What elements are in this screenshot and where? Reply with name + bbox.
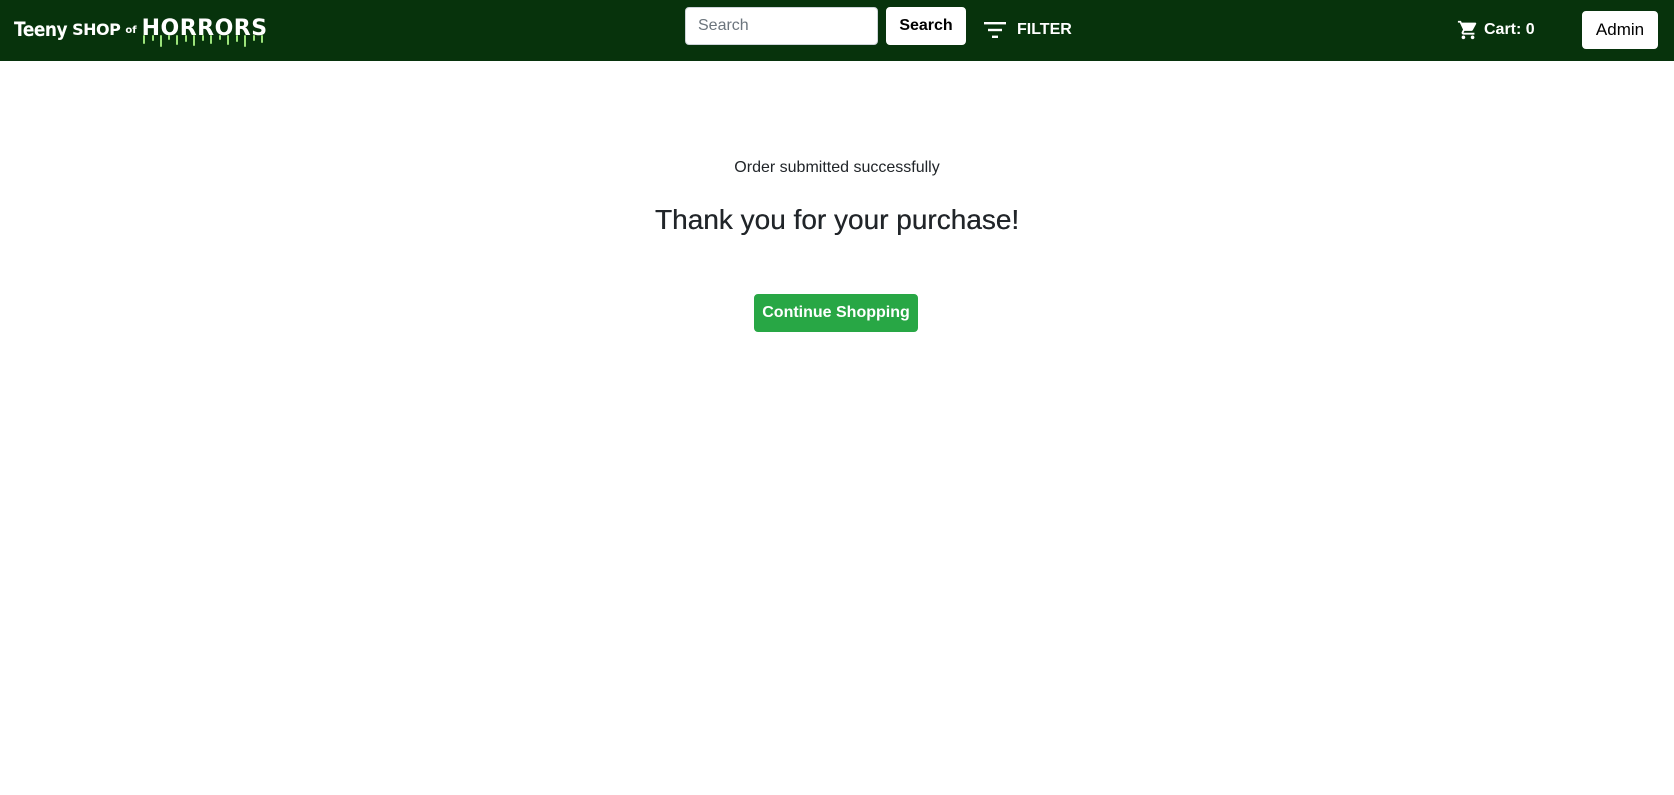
filter-button[interactable]: FILTER [983,15,1072,45]
logo-word-teeny: Teeny [14,18,68,42]
thank-you-heading: Thank you for your purchase! [654,204,1020,235]
order-status-message: Order submitted successfully [734,159,940,176]
search-button[interactable]: Search [886,7,966,45]
logo-drip-decoration [142,35,263,47]
logo-horrors-group: HORRORS [137,16,268,47]
search-input[interactable] [685,7,878,45]
logo-word-of: of [125,25,137,36]
site-logo[interactable]: Teeny SHOP of HORRORS [14,16,268,47]
continue-shopping-button[interactable]: Continue Shopping [754,294,918,332]
logo-word-shop: SHOP [72,20,121,39]
cart-link[interactable]: Cart: 0 [1457,17,1535,43]
filter-label: FILTER [1017,21,1072,38]
cart-label: Cart: 0 [1484,21,1535,38]
admin-button[interactable]: Admin [1582,11,1658,49]
cart-icon [1457,19,1479,41]
navbar: Teeny SHOP of HORRORS Search Search FILT… [0,0,1674,61]
filter-icon [983,18,1007,42]
